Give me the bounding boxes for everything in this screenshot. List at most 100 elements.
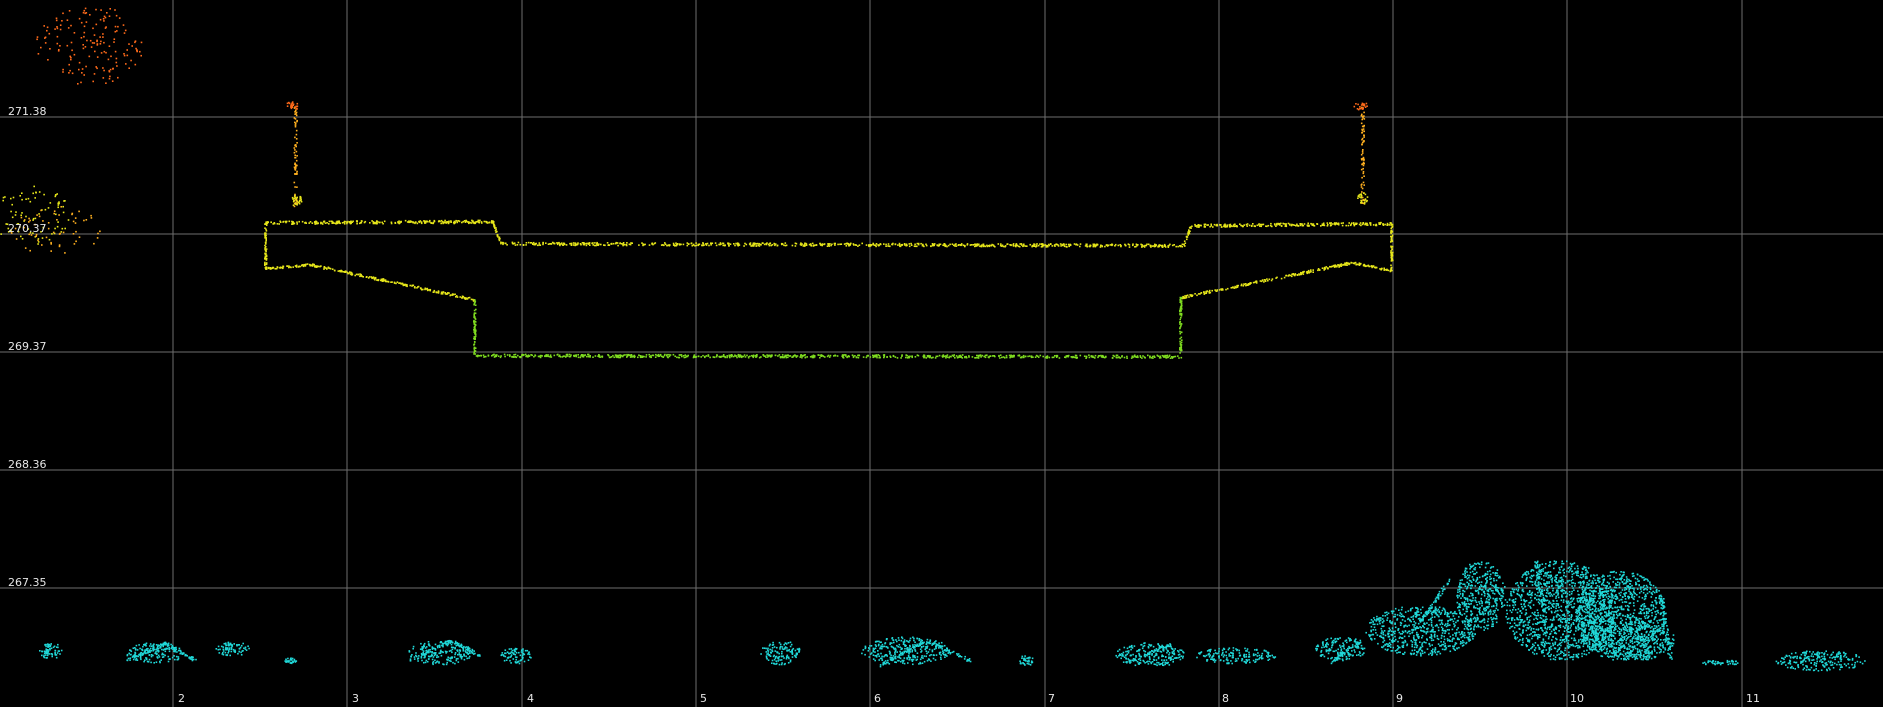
lidar-point [124,29,127,32]
lidar-point [135,644,138,647]
lidar-point [335,222,337,225]
lidar-point [772,641,774,644]
lidar-point [1194,225,1197,227]
lidar-point [1235,648,1237,650]
lidar-point [514,653,517,656]
lidar-point [1394,615,1396,618]
lidar-point [83,219,85,222]
lidar-point [1299,223,1301,225]
lidar-point [423,656,425,659]
lidar-point [501,654,503,656]
lidar-point [1212,226,1214,228]
lidar-point [264,227,266,229]
lidar-point [1177,650,1179,652]
lidar-point [84,46,87,48]
lidar-point [437,656,440,658]
profile-viewport[interactable]: 271.38 270.37 269.37 268.36 267.35 2 3 4… [0,0,1883,707]
lidar-point [295,138,298,140]
lidar-point [1331,644,1333,647]
lidar-point [1186,236,1188,238]
lidar-point [592,244,594,246]
lidar-point [437,220,440,223]
lidar-point [1143,642,1145,645]
lidar-point [394,221,396,224]
lidar-point [532,243,534,245]
lidar-point [72,233,75,235]
lidar-point [654,356,657,358]
lidar-point [424,647,427,649]
lidar-point [1196,294,1198,297]
lidar-point [1211,289,1213,292]
lidar-point [236,644,238,647]
lidar-point [108,45,111,47]
lidar-point [96,237,99,239]
lidar-point [1229,225,1232,228]
lidar-point [108,15,111,17]
lidar-point [93,34,96,36]
lidar-point [1046,245,1049,248]
lidar-point [293,222,296,225]
lidar-point [817,354,819,356]
lidar-point [295,133,298,136]
lidar-point [1180,331,1183,334]
lidar-point [1294,273,1297,275]
lidar-point [893,641,895,644]
lidar-point [522,244,525,246]
lidar-point [61,20,63,22]
lidar-point [900,357,902,359]
lidar-point [294,111,296,113]
lidar-point [1263,281,1265,283]
lidar-point [889,355,891,358]
lidar-point [1089,244,1092,247]
lidar-point [452,221,455,224]
lidar-point [641,355,644,358]
lidar-point [1218,289,1221,291]
lidar-point [570,354,572,356]
lidar-point [1321,642,1324,644]
lidar-point [1331,265,1334,268]
lidar-point [913,655,916,657]
lidar-point [126,49,128,51]
lidar-point [1366,265,1368,267]
lidar-point [60,206,62,208]
lidar-point [1463,636,1466,639]
lidar-point [381,278,383,281]
lidar-point [294,154,296,157]
lidar-point [1164,246,1167,248]
lidar-point [908,356,911,359]
lidar-point [865,244,868,246]
point-cloud-canvas[interactable]: 271.38 270.37 269.37 268.36 267.35 2 3 4… [0,0,1883,707]
lidar-point [103,69,105,72]
lidar-point [510,648,513,650]
lidar-point [897,637,900,639]
lidar-point [264,235,267,238]
lidar-point [788,649,790,652]
lidar-point [1008,354,1011,357]
lidar-point [80,21,83,24]
lidar-point [585,242,588,245]
lidar-point [545,355,548,358]
lidar-point [454,221,456,224]
lidar-point [1291,273,1293,276]
lidar-point [1306,271,1309,273]
lidar-point [264,234,266,236]
lidar-point [752,354,755,357]
lidar-point [428,655,431,658]
lidar-point [514,656,517,658]
lidar-point [980,356,982,358]
lidar-point [1421,636,1423,639]
lidar-point [421,659,423,662]
lidar-point [762,647,764,649]
lidar-point [1355,641,1357,643]
lidar-point [508,354,511,356]
lidar-point [804,356,807,359]
lidar-point [460,657,463,660]
lidar-point [1351,650,1353,652]
lidar-point [231,644,233,646]
lidar-point [73,243,76,245]
lidar-point [56,42,59,45]
lidar-point [1041,245,1044,248]
lidar-point [117,25,119,28]
lidar-point [40,209,42,212]
lidar-point [1364,106,1367,108]
